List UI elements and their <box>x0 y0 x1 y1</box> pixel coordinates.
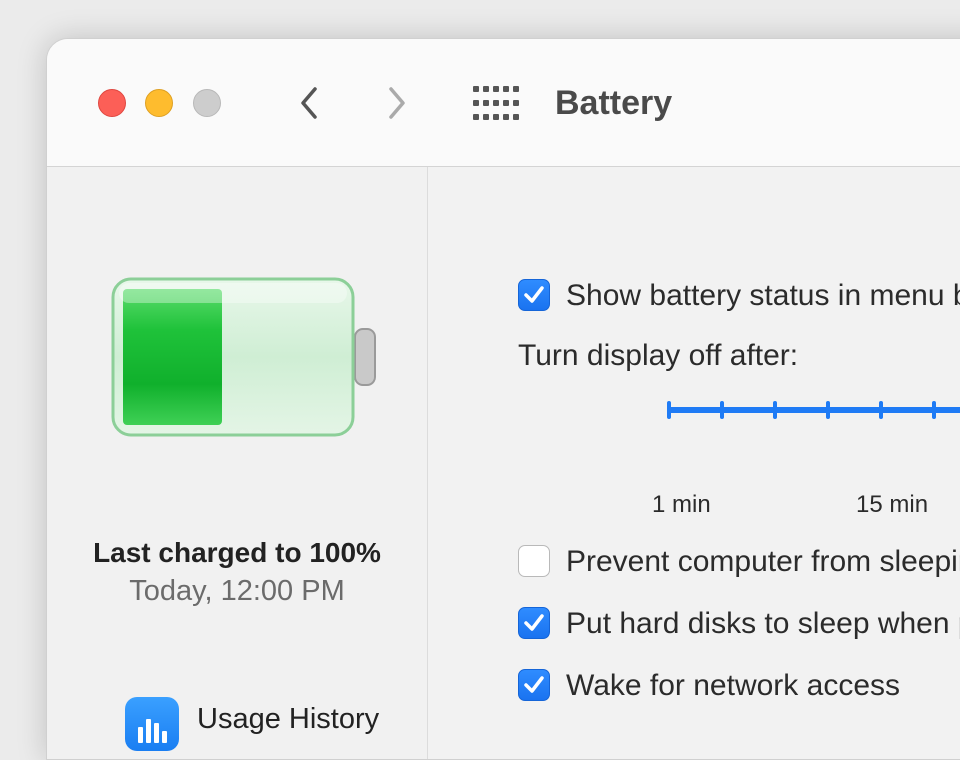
close-button[interactable] <box>98 89 126 117</box>
prevent-sleep-checkbox[interactable] <box>518 545 550 577</box>
checkmark-icon <box>524 614 544 631</box>
chevron-right-icon <box>389 87 405 119</box>
slider-tick-label-15min: 15 min <box>856 491 929 518</box>
wake-network-checkbox[interactable] <box>518 669 550 701</box>
battery-icon <box>111 277 376 437</box>
minimize-button[interactable] <box>145 89 173 117</box>
prevent-sleep-label: Prevent computer from sleeping automatic… <box>566 545 960 578</box>
slider-tick-label-1min: 1 min <box>652 491 711 518</box>
system-preferences-window: Battery Last charged to 100% Today, 12:0… <box>46 38 960 760</box>
zoom-button[interactable] <box>193 89 221 117</box>
checkmark-icon <box>524 286 544 303</box>
usage-history-icon[interactable] <box>125 697 179 751</box>
show-battery-status-checkbox[interactable] <box>518 279 550 311</box>
slider-tick <box>667 401 671 419</box>
battery-charge-fill <box>123 289 222 425</box>
slider-tick <box>932 401 936 419</box>
wake-network-label: Wake for network access <box>566 669 900 702</box>
slider-tick <box>826 401 830 419</box>
checkmark-icon <box>524 676 544 693</box>
bar-chart-icon <box>138 719 167 743</box>
show-battery-status-label: Show battery status in menu bar <box>566 279 960 312</box>
display-off-label: Turn display off after: <box>518 339 799 372</box>
battery-settings-panel: Show battery status in menu bar Turn dis… <box>428 167 960 759</box>
grid-icon <box>473 86 519 120</box>
slider-tick <box>720 401 724 419</box>
back-button[interactable] <box>291 83 331 123</box>
display-off-slider[interactable] <box>668 407 960 413</box>
last-charged-title: Last charged to 100% <box>93 537 381 568</box>
last-charged-time: Today, 12:00 PM <box>129 575 345 607</box>
hard-disks-sleep-checkbox[interactable] <box>518 607 550 639</box>
slider-tick <box>773 401 777 419</box>
hard-disks-sleep-label: Put hard disks to sleep when possible <box>566 607 960 640</box>
forward-button[interactable] <box>377 83 417 123</box>
titlebar: Battery <box>47 39 960 167</box>
sidebar: Last charged to 100% Today, 12:00 PM Usa… <box>47 167 428 759</box>
show-all-button[interactable] <box>473 86 519 120</box>
chevron-left-icon <box>301 87 317 119</box>
slider-tick <box>879 401 883 419</box>
window-title: Battery <box>555 84 673 122</box>
